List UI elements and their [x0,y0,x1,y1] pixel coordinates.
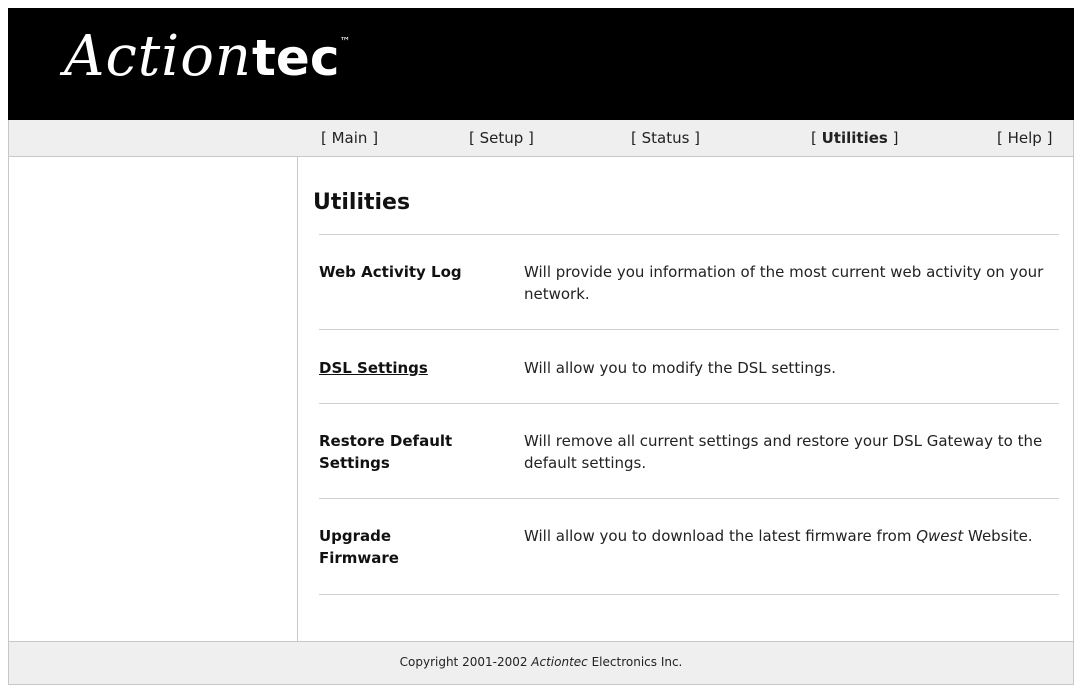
upgrade-firmware-text-pre: Will allow you to download the latest fi… [524,527,917,545]
copyright-suffix: Electronics Inc. [587,655,683,669]
upgrade-firmware-description: Will allow you to download the latest fi… [524,525,1049,547]
upgrade-firmware-title: Upgrade Firmware [319,527,399,567]
dsl-settings-link[interactable]: DSL Settings [319,357,509,379]
upgrade-firmware-text-post: Website. [963,527,1033,545]
nav-status-link[interactable]: [ Status ] [631,129,700,147]
copyright-prefix: Copyright 2001-2002 [399,655,532,669]
nav-help-label: [ Help ] [997,129,1053,147]
restore-default-settings-description: Will remove all current settings and res… [524,432,1043,472]
footer: Copyright 2001-2002 Actiontec Electronic… [8,641,1074,685]
dsl-settings-description: Will allow you to modify the DSL setting… [524,359,836,377]
page-title: Utilities [313,190,411,215]
nav-main-label: [ Main ] [321,129,379,147]
left-sidebar [8,157,298,641]
header-banner: Actiontec™ [8,8,1074,120]
divider [319,234,1059,235]
copyright-text: Copyright 2001-2002 Actiontec Electronic… [9,655,1073,669]
nav-utilities-link[interactable]: [ Utilities ] [811,129,898,147]
nav-setup-label: [ Setup ] [469,129,534,147]
divider [319,403,1059,404]
web-activity-log-title: Web Activity Log [319,263,462,281]
page-frame: Actiontec™ [ Main ] [ Setup ] [ Status ]… [8,0,1074,685]
nav-utilities-close-bracket: ] [887,129,899,147]
actiontec-logo: Actiontec™ [64,24,350,89]
top-nav: [ Main ] [ Setup ] [ Status ] [ Utilitie… [8,120,1074,157]
copyright-brand: Actiontec [531,655,588,669]
nav-help-link[interactable]: [ Help ] [997,129,1052,147]
web-activity-log-description: Will provide you information of the most… [524,263,1044,303]
main-content: Utilities Web Activity Log Will provide … [297,157,1074,641]
nav-utilities-label: Utilities [821,129,888,147]
divider [319,329,1059,330]
trademark-symbol: ™ [339,35,351,48]
qwest-name: Qwest [916,527,964,545]
logo-text-tec: tec [252,29,340,87]
nav-status-label: [ Status ] [631,129,701,147]
nav-setup-link[interactable]: [ Setup ] [469,129,534,147]
nav-utilities-open-bracket: [ [811,129,822,147]
restore-default-settings-title: Restore Default Settings [319,432,453,472]
divider [319,498,1059,499]
nav-main-link[interactable]: [ Main ] [321,129,378,147]
logo-text-action: Action [64,24,252,89]
divider [319,594,1059,595]
